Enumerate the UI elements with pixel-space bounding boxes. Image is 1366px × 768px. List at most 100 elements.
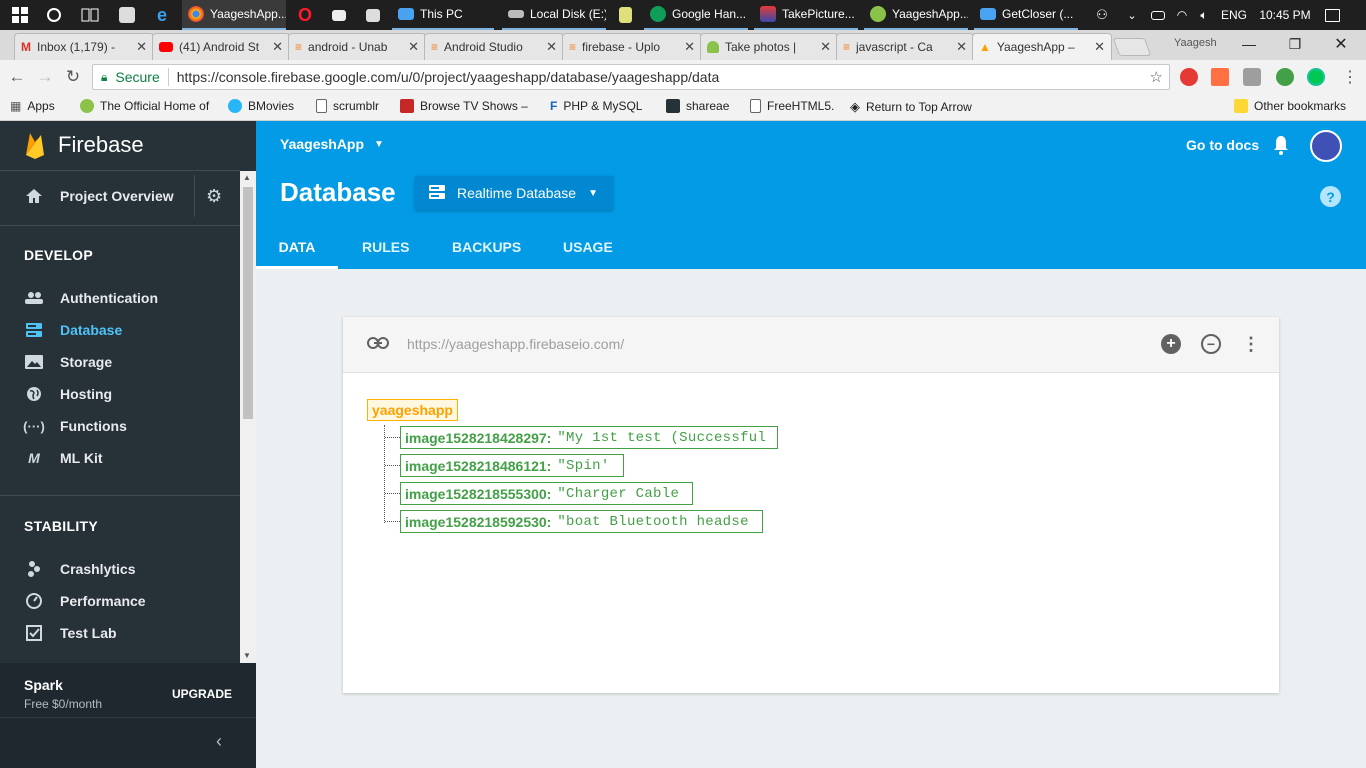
remove-icon[interactable]: − [1201,334,1221,354]
go-to-docs-link[interactable]: Go to docs [1186,137,1259,153]
chrome-menu-icon[interactable]: ⋮ [1338,66,1362,88]
notifications-bell-icon[interactable] [1272,135,1290,160]
nav-storage[interactable]: Storage [24,350,112,374]
bookmark-shareae[interactable]: shareae [666,99,729,113]
taskbar-app-getcloser[interactable]: GetCloser (... [974,0,1078,30]
mail-icon[interactable] [326,0,352,30]
minimize-button[interactable]: — [1226,30,1272,58]
database-url[interactable]: https://yaageshapp.firebaseio.com/ [407,336,624,352]
url-text[interactable]: https://console.firebase.google.com/u/0/… [177,69,720,85]
browser-tab-javascript[interactable]: ≡ javascript - Ca ✕ [836,33,974,60]
firebase-brand[interactable]: Firebase [24,131,144,159]
window-close-button[interactable]: ✕ [1318,30,1364,58]
scroll-down-icon[interactable]: ▼ [243,651,251,660]
shield-ext-icon[interactable] [1243,68,1261,86]
data-node[interactable]: image1528218555300: "Charger Cable [400,482,693,505]
scroll-up-icon[interactable]: ▲ [243,173,251,182]
profile-name[interactable]: Yaagesh [1174,37,1217,49]
bookmark-scrumblr[interactable]: scrumblr [316,99,379,113]
database-type-select[interactable]: Realtime Database ▼ [415,176,613,210]
nav-database[interactable]: Database [24,318,122,342]
close-icon[interactable]: ✕ [820,39,831,55]
notepad-icon[interactable] [612,0,638,30]
close-icon[interactable]: ✕ [136,39,147,55]
bookmark-php-mysql[interactable]: F PHP & MySQL [550,99,642,113]
upgrade-button[interactable]: UPGRADE [172,687,232,701]
settings-gear-icon[interactable]: ⚙ [206,186,222,207]
restore-button[interactable]: ❐ [1272,30,1318,58]
data-node[interactable]: image1528218486121: "Spin' [400,454,624,477]
grammarly-ext-icon[interactable] [1307,68,1325,86]
action-center-icon[interactable] [1322,0,1342,30]
taskbar-app-this-pc[interactable]: This PC [392,0,494,30]
bookmark-official-home[interactable]: The Official Home of [80,99,209,113]
reload-button[interactable]: ↻ [61,66,85,88]
help-icon[interactable]: ? [1320,186,1341,207]
windows-start-icon[interactable] [6,0,34,30]
sidebar-scroll-thumb[interactable] [243,187,253,419]
bookmark-apps[interactable]: ▦ Apps [10,99,55,113]
nav-ml-kit[interactable]: M ML Kit [24,446,102,470]
opera-icon[interactable]: O [292,0,318,30]
language-indicator[interactable]: ENG [1220,0,1248,30]
project-overview[interactable]: Project Overview [24,184,174,208]
nav-hosting[interactable]: Hosting [24,382,112,406]
browser-tab-take-photos[interactable]: Take photos | ✕ [700,33,838,60]
app-icon-1[interactable] [113,0,141,30]
tab-rules[interactable]: RULES [362,229,409,269]
nav-crashlytics[interactable]: Crashlytics [24,557,135,581]
nav-test-lab[interactable]: Test Lab [24,621,117,645]
forward-button[interactable]: → [33,66,57,88]
browser-tab-android-unable[interactable]: ≡ android - Unab ✕ [288,33,426,60]
close-icon[interactable]: ✕ [1094,39,1105,55]
tab-backups[interactable]: BACKUPS [452,229,521,269]
taskbar-app-takepicture[interactable]: TakePicture... [754,0,858,30]
task-view-icon[interactable] [76,0,104,30]
address-bar[interactable]: 🔒︎ Secure https://console.firebase.googl… [92,64,1170,90]
close-icon[interactable]: ✕ [408,39,419,55]
people-icon[interactable]: ⚇ [1092,0,1112,30]
office-ext-icon[interactable] [1211,68,1229,86]
taskbar-app-yaageshapp[interactable]: YaageshApp... [864,0,968,30]
chevron-up-icon[interactable]: ⌄ [1122,0,1142,30]
tab-data[interactable]: DATA [256,229,338,269]
browser-tab-gmail[interactable]: M Inbox (1,179) - ✕ [14,33,154,60]
user-avatar[interactable] [1310,130,1342,162]
bookmark-browse-tv[interactable]: Browse TV Shows – [400,99,528,113]
close-icon[interactable]: ✕ [956,39,967,55]
taskbar-app-chrome[interactable]: YaageshApp... [182,0,286,30]
bookmark-star-icon[interactable]: ☆ [1150,68,1163,86]
taskbar-app-hangouts[interactable]: Google Han... [644,0,748,30]
bookmark-freehtml5[interactable]: FreeHTML5. [750,99,834,113]
opera-ext-icon[interactable] [1180,68,1198,86]
store-icon[interactable] [360,0,386,30]
new-tab-button[interactable] [1112,38,1152,56]
add-icon[interactable]: + [1161,334,1181,354]
wifi-icon[interactable]: ◠ [1172,0,1192,30]
edge-icon[interactable]: e [148,0,176,30]
close-icon[interactable]: ✕ [684,39,695,55]
bookmark-return-top[interactable]: ◈ Return to Top Arrow [850,99,972,115]
tab-usage[interactable]: USAGE [563,229,613,269]
nav-functions[interactable]: (···) Functions [23,414,127,438]
taskbar-app-local-disk[interactable]: Local Disk (E:) [502,0,606,30]
browser-tab-youtube[interactable]: (41) Android St ✕ [152,33,290,60]
close-icon[interactable]: ✕ [272,39,283,55]
close-icon[interactable]: ✕ [546,39,557,55]
bookmark-other[interactable]: Other bookmarks [1234,99,1346,113]
clock[interactable]: 10:45 PM [1252,0,1318,30]
volume-icon[interactable]: 🔈︎ [1194,0,1214,30]
browser-tab-android-studio[interactable]: ≡ Android Studio ✕ [424,33,564,60]
root-node[interactable]: yaageshapp [367,399,458,421]
data-node[interactable]: image1528218428297: "My 1st test (Succes… [400,426,778,449]
collapse-chevron-icon[interactable]: ‹ [216,731,222,752]
cortana-icon[interactable] [40,0,68,30]
nav-authentication[interactable]: Authentication [24,286,158,310]
data-node[interactable]: image1528218592530: "boat Bluetooth head… [400,510,763,533]
back-button[interactable]: ← [5,66,29,88]
hangouts-ext-icon[interactable] [1276,68,1294,86]
bookmark-bmovies[interactable]: BMovies [228,99,294,113]
browser-tab-firebase-upload[interactable]: ≡ firebase - Uplo ✕ [562,33,702,60]
project-selector[interactable]: YaageshApp ▼ [280,136,384,152]
browser-tab-yaageshapp[interactable]: ▲ YaageshApp – ✕ [972,33,1112,60]
